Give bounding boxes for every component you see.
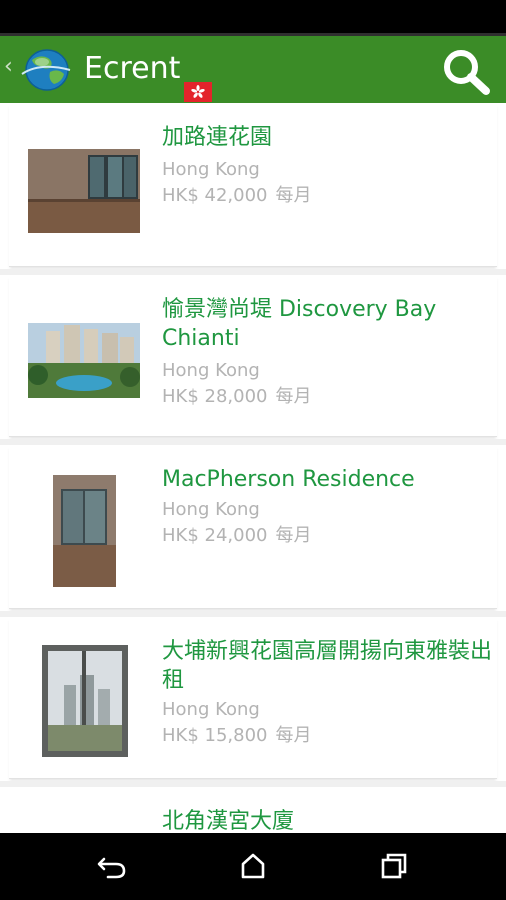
listing-price: HK$ 28,000 每月 <box>162 385 312 409</box>
listing-price: HK$ 15,800 每月 <box>162 724 312 748</box>
price-amount: HK$ 28,000 <box>162 386 268 407</box>
listing-title[interactable]: 愉景灣尚堤 Discovery Bay Chianti <box>162 295 497 353</box>
price-unit: 每月 <box>275 525 312 546</box>
listing-title[interactable]: 北角漢宮大廈 <box>162 807 497 833</box>
search-icon[interactable] <box>440 46 492 96</box>
property-photo <box>28 323 140 398</box>
price-amount: HK$ 42,000 <box>162 185 268 206</box>
property-photo <box>28 149 140 233</box>
list-item[interactable]: 大埔新興花園高層開揚向東雅裝出租 Hong Kong HK$ 15,800 每月 <box>9 617 497 779</box>
listing-location: Hong Kong <box>162 499 260 520</box>
listing-title[interactable]: 大埔新興花園高層開揚向東雅裝出租 <box>162 637 497 695</box>
status-bar <box>0 0 506 33</box>
price-amount: HK$ 24,000 <box>162 525 268 546</box>
price-unit: 每月 <box>275 725 312 746</box>
price-amount: HK$ 15,800 <box>162 725 268 746</box>
price-unit: 每月 <box>275 185 312 206</box>
system-nav-bar <box>0 833 506 900</box>
back-icon[interactable] <box>96 851 130 881</box>
property-photo <box>53 475 116 587</box>
listing-location: Hong Kong <box>162 699 260 720</box>
listing-price: HK$ 42,000 每月 <box>162 184 312 208</box>
recent-apps-icon[interactable] <box>376 851 410 881</box>
list-item[interactable]: 北角漢宮大廈 <box>9 787 497 833</box>
price-unit: 每月 <box>275 386 312 407</box>
listing-location: Hong Kong <box>162 159 260 180</box>
app-bar: ‹ Ecrent <box>0 33 506 103</box>
listing-title[interactable]: MacPherson Residence <box>162 465 497 494</box>
listing-list[interactable]: 加路連花園 Hong Kong HK$ 42,000 每月 愉景灣尚堤 Disco… <box>0 103 506 833</box>
globe-logo-icon[interactable] <box>20 48 72 92</box>
listing-price: HK$ 24,000 每月 <box>162 524 312 548</box>
list-item[interactable]: MacPherson Residence Hong Kong HK$ 24,00… <box>9 445 497 609</box>
list-item[interactable]: 愉景灣尚堤 Discovery Bay Chianti Hong Kong HK… <box>9 275 497 437</box>
listing-location: Hong Kong <box>162 360 260 381</box>
hong-kong-flag-icon <box>184 82 212 102</box>
property-photo <box>42 645 128 757</box>
back-chevron-icon[interactable]: ‹ <box>4 56 13 78</box>
home-icon[interactable] <box>236 851 270 881</box>
listing-title[interactable]: 加路連花園 <box>162 123 497 152</box>
list-item[interactable]: 加路連花園 Hong Kong HK$ 42,000 每月 <box>9 103 497 267</box>
app-title: Ecrent <box>84 51 181 86</box>
